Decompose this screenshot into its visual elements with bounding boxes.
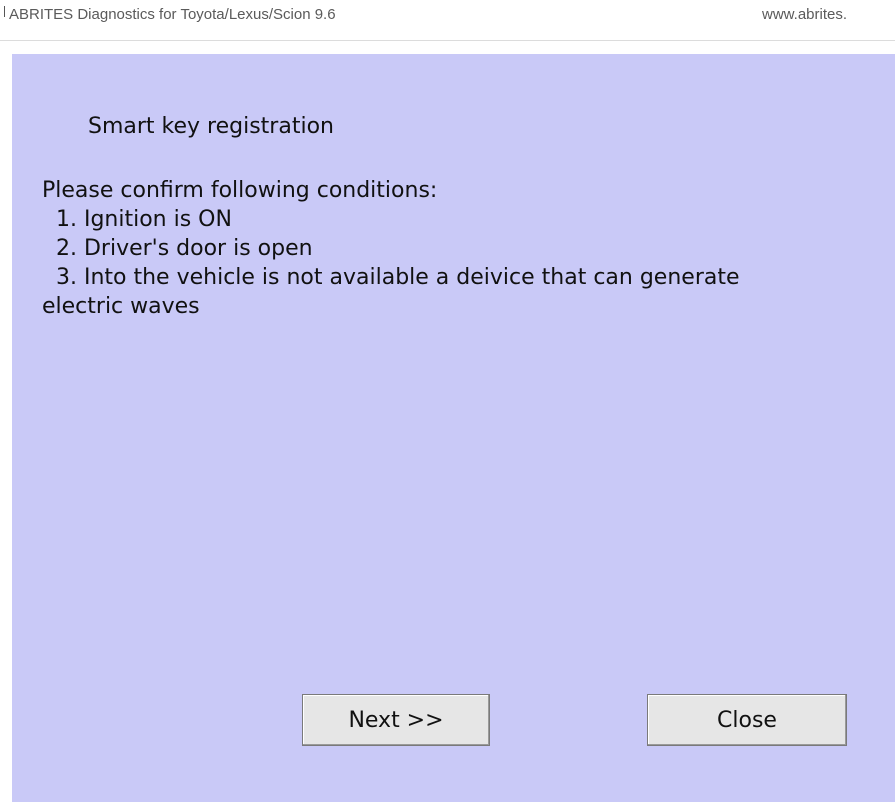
condition-no-devices: 3. Into the vehicle is not available a d… — [42, 265, 740, 290]
titlebar-edge-divider — [4, 6, 5, 17]
condition-no-devices-continued: electric waves — [42, 294, 200, 319]
app-website-url: www.abrites. — [762, 6, 848, 23]
app-title: ABRITES Diagnostics for Toyota/Lexus/Sci… — [9, 6, 336, 23]
next-button[interactable]: Next >> — [302, 694, 490, 746]
condition-ignition: 1. Ignition is ON — [42, 207, 232, 232]
conditions-intro: Please confirm following conditions: — [42, 178, 438, 203]
window-titlebar: ABRITES Diagnostics for Toyota/Lexus/Sci… — [0, 0, 895, 41]
smart-key-registration-dialog: Smart key registration Please confirm fo… — [12, 54, 895, 802]
conditions-text: Please confirm following conditions: 1. … — [42, 176, 882, 321]
close-button[interactable]: Close — [647, 694, 847, 746]
condition-drivers-door: 2. Driver's door is open — [42, 236, 313, 261]
dialog-title: Smart key registration — [88, 114, 334, 139]
